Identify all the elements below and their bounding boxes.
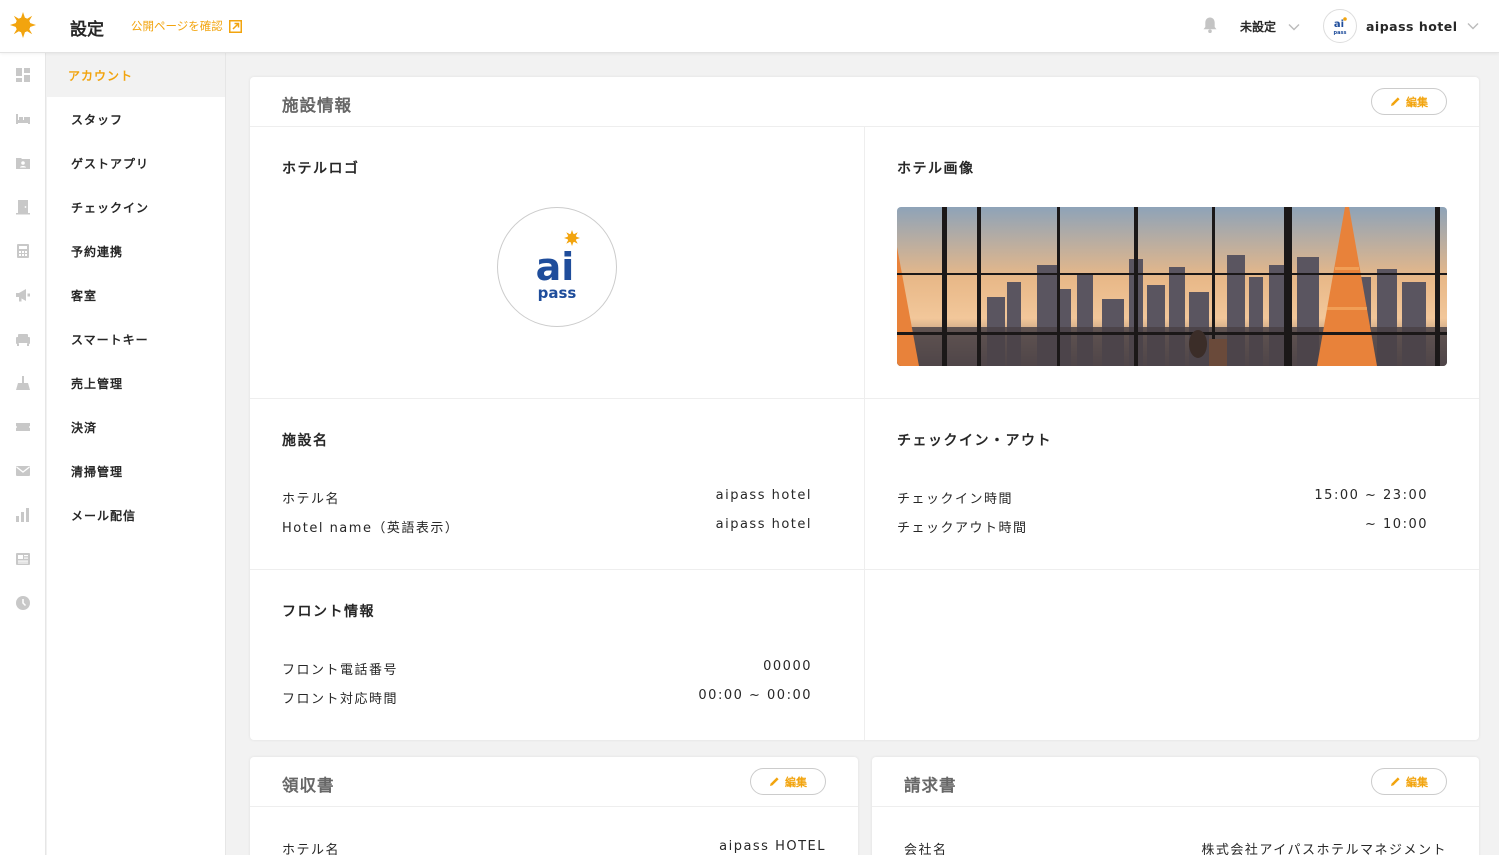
subnav-item-staff[interactable]: スタッフ bbox=[47, 97, 225, 141]
status-select[interactable]: 未設定 bbox=[1240, 18, 1300, 35]
checkin-checkout-section: チェックイン・アウト チェックイン時間 15:00 ~ 23:00 チェックアウ… bbox=[865, 399, 1479, 569]
pencil-icon bbox=[1391, 97, 1400, 106]
invoice-card-header: 請求書 編集 bbox=[872, 757, 1479, 807]
tokyo-skyline-image bbox=[897, 207, 1447, 366]
ticket-icon[interactable] bbox=[15, 419, 31, 435]
hotel-logo-section: ホテルロゴ ai pass bbox=[250, 127, 864, 398]
svg-text:ai: ai bbox=[1334, 19, 1344, 30]
news-icon[interactable] bbox=[15, 551, 31, 567]
subnav-item-smart-key[interactable]: スマートキー bbox=[47, 317, 225, 361]
dashboard-icon[interactable] bbox=[15, 67, 31, 83]
subnav-item-rooms[interactable]: 客室 bbox=[47, 273, 225, 317]
checkin-time-label: チェックイン時間 bbox=[897, 492, 1014, 507]
checkout-time-value: ~ 10:00 bbox=[1365, 517, 1428, 532]
receipt-card-header: 領収書 編集 bbox=[250, 757, 858, 807]
public-page-link[interactable]: 公開ページを確認 bbox=[131, 18, 242, 34]
hotel-logo-title: ホテルロゴ bbox=[282, 161, 360, 177]
public-page-link-label: 公開ページを確認 bbox=[131, 19, 223, 33]
bed-icon[interactable] bbox=[15, 111, 31, 127]
subnav-item-sales[interactable]: 売上管理 bbox=[47, 361, 225, 405]
receipt-card: 領収書 編集 ホテル名 aipass HOTEL bbox=[250, 757, 858, 855]
subnav-item-guest-app[interactable]: ゲストアプリ bbox=[47, 141, 225, 185]
invoice-edit-button[interactable]: 編集 bbox=[1371, 768, 1447, 795]
hotel-image-section: ホテル画像 bbox=[865, 127, 1479, 398]
invoice-card: 請求書 編集 会社名 株式会社アイパスホテルマネジメント bbox=[872, 757, 1479, 855]
chevron-down-icon bbox=[1467, 23, 1479, 30]
invoice-card-title: 請求書 bbox=[904, 776, 957, 795]
checkin-checkout-title: チェックイン・アウト bbox=[897, 433, 1052, 449]
bar-chart-icon[interactable] bbox=[15, 507, 31, 523]
mail-icon[interactable] bbox=[15, 463, 31, 479]
hotel-image-title: ホテル画像 bbox=[897, 161, 975, 177]
front-info-title: フロント情報 bbox=[282, 604, 375, 620]
facility-edit-button[interactable]: 編集 bbox=[1371, 88, 1447, 115]
page-title: 設定 bbox=[70, 20, 104, 40]
front-hours-label: フロント対応時間 bbox=[282, 692, 399, 707]
facility-name-section: 施設名 ホテル名 aipass hotel Hotel name（英語表示） a… bbox=[250, 399, 864, 569]
logo-text-top: ai bbox=[536, 245, 575, 289]
front-phone-value: 00000 bbox=[763, 659, 812, 674]
hotel-select[interactable]: ai pass aipass hotel bbox=[1323, 9, 1479, 43]
hotel-name-value: aipass hotel bbox=[715, 488, 812, 503]
settings-subnav: アカウント スタッフ ゲストアプリ チェックイン 予約連携 客室 スマートキー … bbox=[47, 53, 226, 855]
pencil-icon bbox=[1391, 777, 1400, 786]
sofa-icon[interactable] bbox=[15, 331, 31, 347]
subnav-item-payment[interactable]: 決済 bbox=[47, 405, 225, 449]
facility-info-card: 施設情報 編集 ホテルロゴ ai pass ホテル画像 施設名 ホテル名 aip… bbox=[250, 77, 1479, 740]
invoice-edit-label: 編集 bbox=[1406, 775, 1428, 789]
hotel-image[interactable] bbox=[897, 207, 1447, 366]
facility-name-title: 施設名 bbox=[282, 433, 329, 449]
receipt-card-title: 領収書 bbox=[282, 776, 335, 795]
hotel-name-label: ホテル名 bbox=[282, 492, 341, 507]
facility-edit-label: 編集 bbox=[1406, 95, 1428, 109]
front-phone-label: フロント電話番号 bbox=[282, 663, 399, 678]
checkin-time-value: 15:00 ~ 23:00 bbox=[1314, 488, 1428, 503]
chevron-down-icon bbox=[1288, 23, 1300, 30]
receipt-edit-label: 編集 bbox=[785, 775, 807, 789]
subnav-item-checkin[interactable]: チェックイン bbox=[47, 185, 225, 229]
facility-card-header: 施設情報 編集 bbox=[250, 77, 1479, 127]
checkout-time-label: チェックアウト時間 bbox=[897, 521, 1028, 536]
receipt-hotel-name-value: aipass HOTEL bbox=[719, 839, 826, 854]
svg-text:pass: pass bbox=[1334, 30, 1347, 36]
top-header: 設定 公開ページを確認 未設定 ai pass aipass hotel bbox=[0, 0, 1499, 53]
external-link-icon bbox=[228, 19, 242, 33]
hotel-logo[interactable]: ai pass bbox=[497, 207, 617, 327]
subnav-item-mail[interactable]: メール配信 bbox=[47, 493, 225, 537]
facility-card-title: 施設情報 bbox=[282, 96, 352, 115]
hotel-name-en-label: Hotel name（英語表示） bbox=[282, 521, 460, 536]
bell-icon[interactable] bbox=[1201, 16, 1219, 34]
icon-rail bbox=[0, 53, 46, 855]
status-select-label: 未設定 bbox=[1240, 20, 1277, 34]
aipass-sun-logo-icon[interactable] bbox=[10, 12, 36, 38]
subnav-item-cleaning[interactable]: 清掃管理 bbox=[47, 449, 225, 493]
subnav-item-account[interactable]: アカウント bbox=[47, 53, 225, 97]
front-hours-value: 00:00 ~ 00:00 bbox=[698, 688, 812, 703]
invoice-company-value: 株式会社アイパスホテルマネジメント bbox=[1201, 843, 1447, 855]
invoice-company-label: 会社名 bbox=[904, 843, 948, 855]
hotel-avatar: ai pass bbox=[1323, 9, 1357, 43]
aipass-avatar-logo-icon: ai pass bbox=[1334, 17, 1347, 36]
clock-icon[interactable] bbox=[15, 595, 31, 611]
guest-card-icon[interactable] bbox=[15, 155, 31, 171]
pencil-icon bbox=[770, 777, 779, 786]
calculator-icon[interactable] bbox=[15, 243, 31, 259]
logo-text-bottom: pass bbox=[538, 284, 577, 302]
subnav-item-reservation-link[interactable]: 予約連携 bbox=[47, 229, 225, 273]
hotel-name-en-value: aipass hotel bbox=[715, 517, 812, 532]
receipt-edit-button[interactable]: 編集 bbox=[750, 768, 826, 795]
door-icon[interactable] bbox=[15, 199, 31, 215]
receipt-hotel-name-label: ホテル名 bbox=[282, 843, 341, 855]
broom-icon[interactable] bbox=[15, 375, 31, 391]
megaphone-icon[interactable] bbox=[15, 287, 31, 303]
front-info-section: フロント情報 フロント電話番号 00000 フロント対応時間 00:00 ~ 0… bbox=[250, 570, 864, 740]
hotel-select-label: aipass hotel bbox=[1366, 18, 1458, 34]
aipass-logo-icon: ai pass bbox=[536, 230, 580, 302]
